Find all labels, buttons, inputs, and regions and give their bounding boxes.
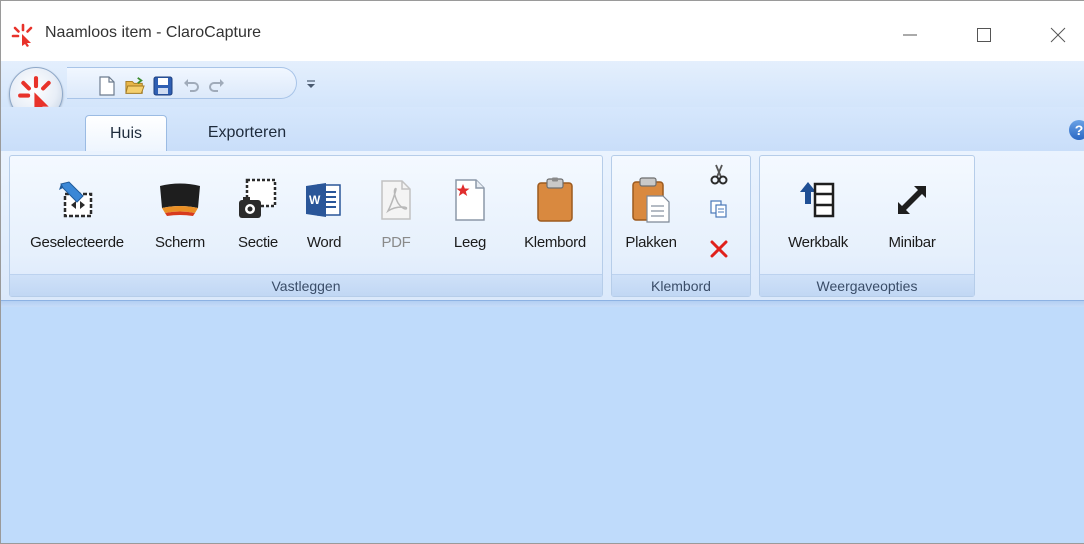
close-button[interactable] — [1033, 15, 1083, 55]
undo-icon — [184, 79, 199, 92]
werkbalk-button[interactable]: Werkbalk — [780, 174, 856, 264]
group-weergaveopties: Werkbalk Minibar Weergaveopties — [759, 155, 975, 297]
screen-icon — [160, 183, 200, 216]
button-label: Klembord — [524, 234, 586, 251]
copy-icon — [710, 200, 727, 218]
new-document-button[interactable] — [97, 76, 117, 96]
group-klembord: Plakken Klembord — [611, 155, 751, 297]
button-label: Geselecteerde — [30, 234, 124, 251]
plakken-button[interactable]: Plakken — [618, 174, 684, 264]
button-label: Leeg — [453, 234, 487, 251]
window-title: Naamloos item - ClaroCapture — [45, 24, 262, 41]
claro-logo-icon — [11, 23, 35, 47]
tab-huis[interactable]: Huis — [85, 115, 167, 151]
save-button[interactable] — [153, 76, 173, 96]
ribbon-tab-row: Huis Exporteren — [1, 107, 1084, 151]
help-icon[interactable]: ? — [1069, 120, 1084, 140]
klembord-capture-button[interactable]: Klembord — [514, 174, 596, 264]
document-workspace[interactable] — [1, 307, 1084, 543]
minibar-icon — [898, 186, 926, 214]
blank-page-icon — [455, 179, 485, 221]
customize-dropdown-icon — [307, 80, 315, 88]
close-icon — [1050, 27, 1066, 43]
minimize-icon — [903, 34, 917, 36]
group-label-weergaveopties: Weergaveopties — [760, 274, 974, 296]
minibar-button[interactable]: Minibar — [874, 174, 950, 264]
tab-exporteren[interactable]: Exporteren — [187, 115, 307, 151]
button-label: Sectie — [238, 234, 278, 251]
delete-button[interactable] — [706, 236, 732, 262]
pdf-icon — [381, 180, 411, 220]
group-vastleggen: Geselecteerde Scherm Sectie W Word PDF L… — [9, 155, 603, 297]
button-label: Plakken — [625, 234, 677, 251]
copy-button[interactable] — [706, 196, 732, 222]
cut-icon — [710, 164, 728, 185]
button-label: Werkbalk — [788, 234, 848, 251]
open-button[interactable] — [125, 76, 145, 96]
button-label: Minibar — [888, 234, 936, 251]
delete-icon — [710, 240, 728, 258]
ribbon: Geselecteerde Scherm Sectie W Word PDF L… — [1, 151, 1084, 301]
tab-label: Huis — [109, 124, 142, 142]
minimize-button[interactable] — [885, 15, 935, 55]
word-icon: W — [306, 183, 341, 217]
open-folder-icon — [125, 77, 145, 94]
maximize-button[interactable] — [959, 15, 1009, 55]
group-label-vastleggen: Vastleggen — [10, 274, 602, 296]
leeg-button[interactable]: Leeg — [442, 174, 498, 264]
button-label: Scherm — [155, 234, 205, 251]
clipboard-icon — [537, 177, 573, 222]
group-label-klembord: Klembord — [612, 274, 750, 296]
sectie-button[interactable]: Sectie — [230, 174, 286, 264]
word-button[interactable]: W Word — [296, 174, 352, 264]
maximize-icon — [977, 28, 991, 42]
new-document-icon — [99, 76, 115, 96]
svg-text:W: W — [309, 193, 321, 207]
undo-button[interactable] — [181, 76, 201, 96]
save-icon — [153, 76, 173, 96]
toolbar-icon — [800, 182, 835, 218]
cut-button[interactable] — [706, 162, 732, 188]
tab-label: Exporteren — [207, 124, 287, 141]
paste-icon — [632, 177, 670, 223]
geselecteerde-button[interactable]: Geselecteerde — [16, 174, 138, 264]
selected-area-icon — [59, 181, 93, 218]
scherm-button[interactable]: Scherm — [148, 174, 212, 264]
pdf-button[interactable]: PDF — [368, 174, 424, 264]
redo-icon — [209, 79, 224, 92]
customize-toolbar-button[interactable] — [304, 77, 318, 91]
button-label: Word — [306, 234, 342, 251]
button-label: PDF — [381, 234, 411, 251]
app-window: Naamloos item - ClaroCapture Huis Export… — [0, 0, 1084, 544]
section-camera-icon — [239, 178, 277, 218]
title-bar: Naamloos item - ClaroCapture — [1, 1, 1084, 61]
redo-button[interactable] — [207, 76, 227, 96]
